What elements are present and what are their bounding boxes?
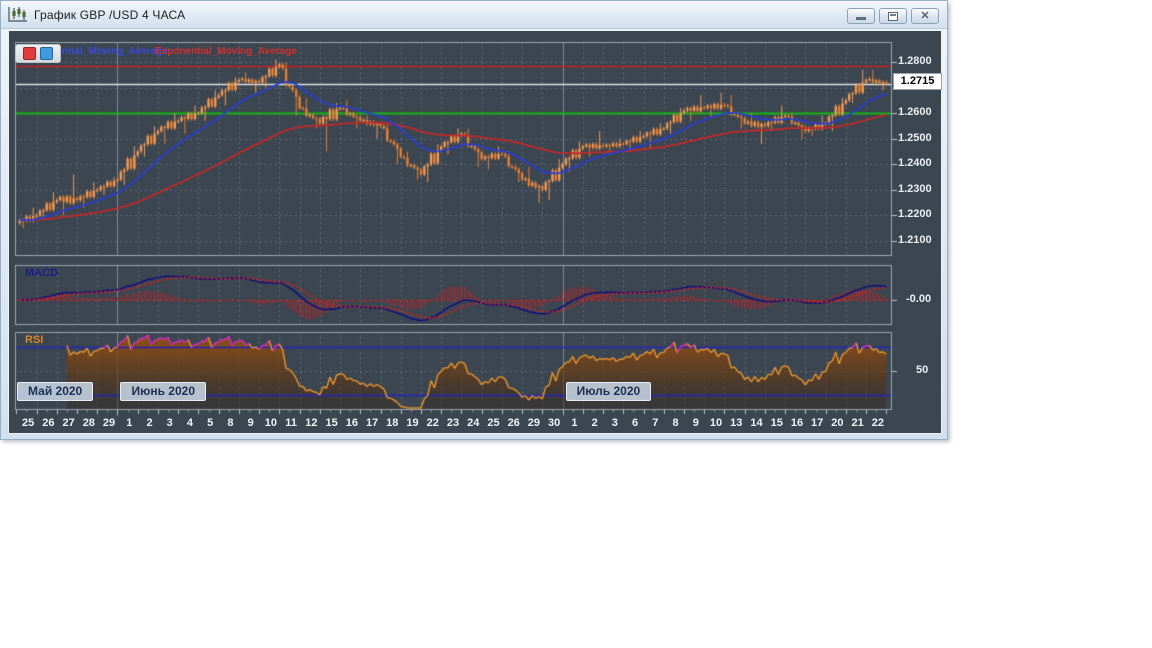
x-axis-label: 20 [831,417,844,429]
price-axis-label: 1.2600 [898,106,932,119]
x-axis-label: 13 [730,417,743,429]
price-axis-label: 1.2300 [898,182,932,195]
x-axis-label: 9 [247,417,254,429]
maximize-button[interactable] [879,8,907,24]
x-axis-label: 27 [62,417,75,429]
x-axis-label: 21 [851,417,864,429]
x-axis-label: 15 [770,417,783,429]
x-axis-label: 8 [227,417,234,429]
x-axis-label: 2 [591,417,598,429]
legend-ema-slow: Exponential_Moving_Average [155,46,297,57]
x-axis-label: 2 [146,417,153,429]
price-axis-label: 1.2800 [898,55,932,67]
x-axis-label: 23 [446,417,460,429]
rsi-axis-label: 50 [916,364,929,376]
x-axis-label: 12 [305,417,318,429]
macd-label: MACD [25,267,58,279]
x-axis-label: 22 [426,417,439,429]
x-axis-label: 25 [21,417,35,429]
x-axis-label: 26 [507,417,520,429]
x-axis-label: 1 [126,417,133,429]
blue-square-button[interactable] [40,47,53,60]
maximize-icon [888,11,898,21]
close-button[interactable]: ✕ [911,8,939,24]
x-axis-label: 29 [527,417,541,429]
x-axis-label: 10 [264,417,278,429]
candlestick-chart-icon [8,7,27,22]
legend-toolbar [15,44,61,63]
x-axis-label: 1 [571,417,578,429]
x-axis-label: 25 [487,417,500,429]
month-label: Июль 2020 [565,382,652,401]
x-axis-label: 4 [186,417,194,429]
red-square-button[interactable] [23,47,36,60]
x-axis-label: 9 [692,417,699,429]
price-axis-label: 1.2500 [898,131,932,144]
x-axis-label: 28 [82,417,95,429]
minimize-button[interactable] [847,8,875,24]
x-axis-label: 29 [102,417,116,429]
x-axis-label: 10 [709,417,723,429]
x-axis-label: 30 [548,417,561,429]
close-icon: ✕ [920,9,930,22]
x-axis-label: 17 [811,417,824,429]
x-axis-label: 14 [750,417,763,429]
price-axis-label: 1.2200 [898,208,932,221]
x-axis-label: 16 [790,417,804,429]
x-axis-label: 5 [207,417,214,429]
x-axis-label: 6 [632,417,639,429]
x-axis-label: 7 [652,417,659,429]
title-bar[interactable]: График GBP /USD 4 ЧАСА ✕ [1,1,947,29]
x-axis-label: 3 [166,417,173,429]
x-axis-label: 11 [285,417,297,429]
minimize-icon [856,17,866,20]
window-title: График GBP /USD 4 ЧАСА [34,7,186,22]
x-axis-label: 3 [611,417,618,429]
month-label: Июнь 2020 [120,382,206,401]
x-axis-label: 26 [42,417,55,429]
price-axis-label: 1.2400 [898,157,932,170]
month-label: Май 2020 [17,382,94,401]
x-axis-label: 16 [345,417,358,429]
price-axis-label: 1.2100 [898,233,932,246]
x-axis-label: 8 [672,417,679,429]
rsi-label: RSI [25,334,44,346]
chart-window: График GBP /USD 4 ЧАСА ✕ Exponential_Mov… [0,0,948,440]
chart-canvas[interactable] [9,31,941,433]
x-axis-label: 24 [467,417,480,429]
x-axis-label: 17 [365,417,379,429]
x-axis-label: 22 [871,417,884,429]
x-axis-label: 15 [325,417,338,429]
macd-axis-label: -0.00 [906,293,932,305]
chart-client-area: Exponential_Moving_Average Exponential_M… [8,30,942,434]
x-axis-label: 18 [386,417,399,429]
x-axis-label: 19 [406,417,419,429]
current-price-label: 1.2715 [893,73,942,90]
